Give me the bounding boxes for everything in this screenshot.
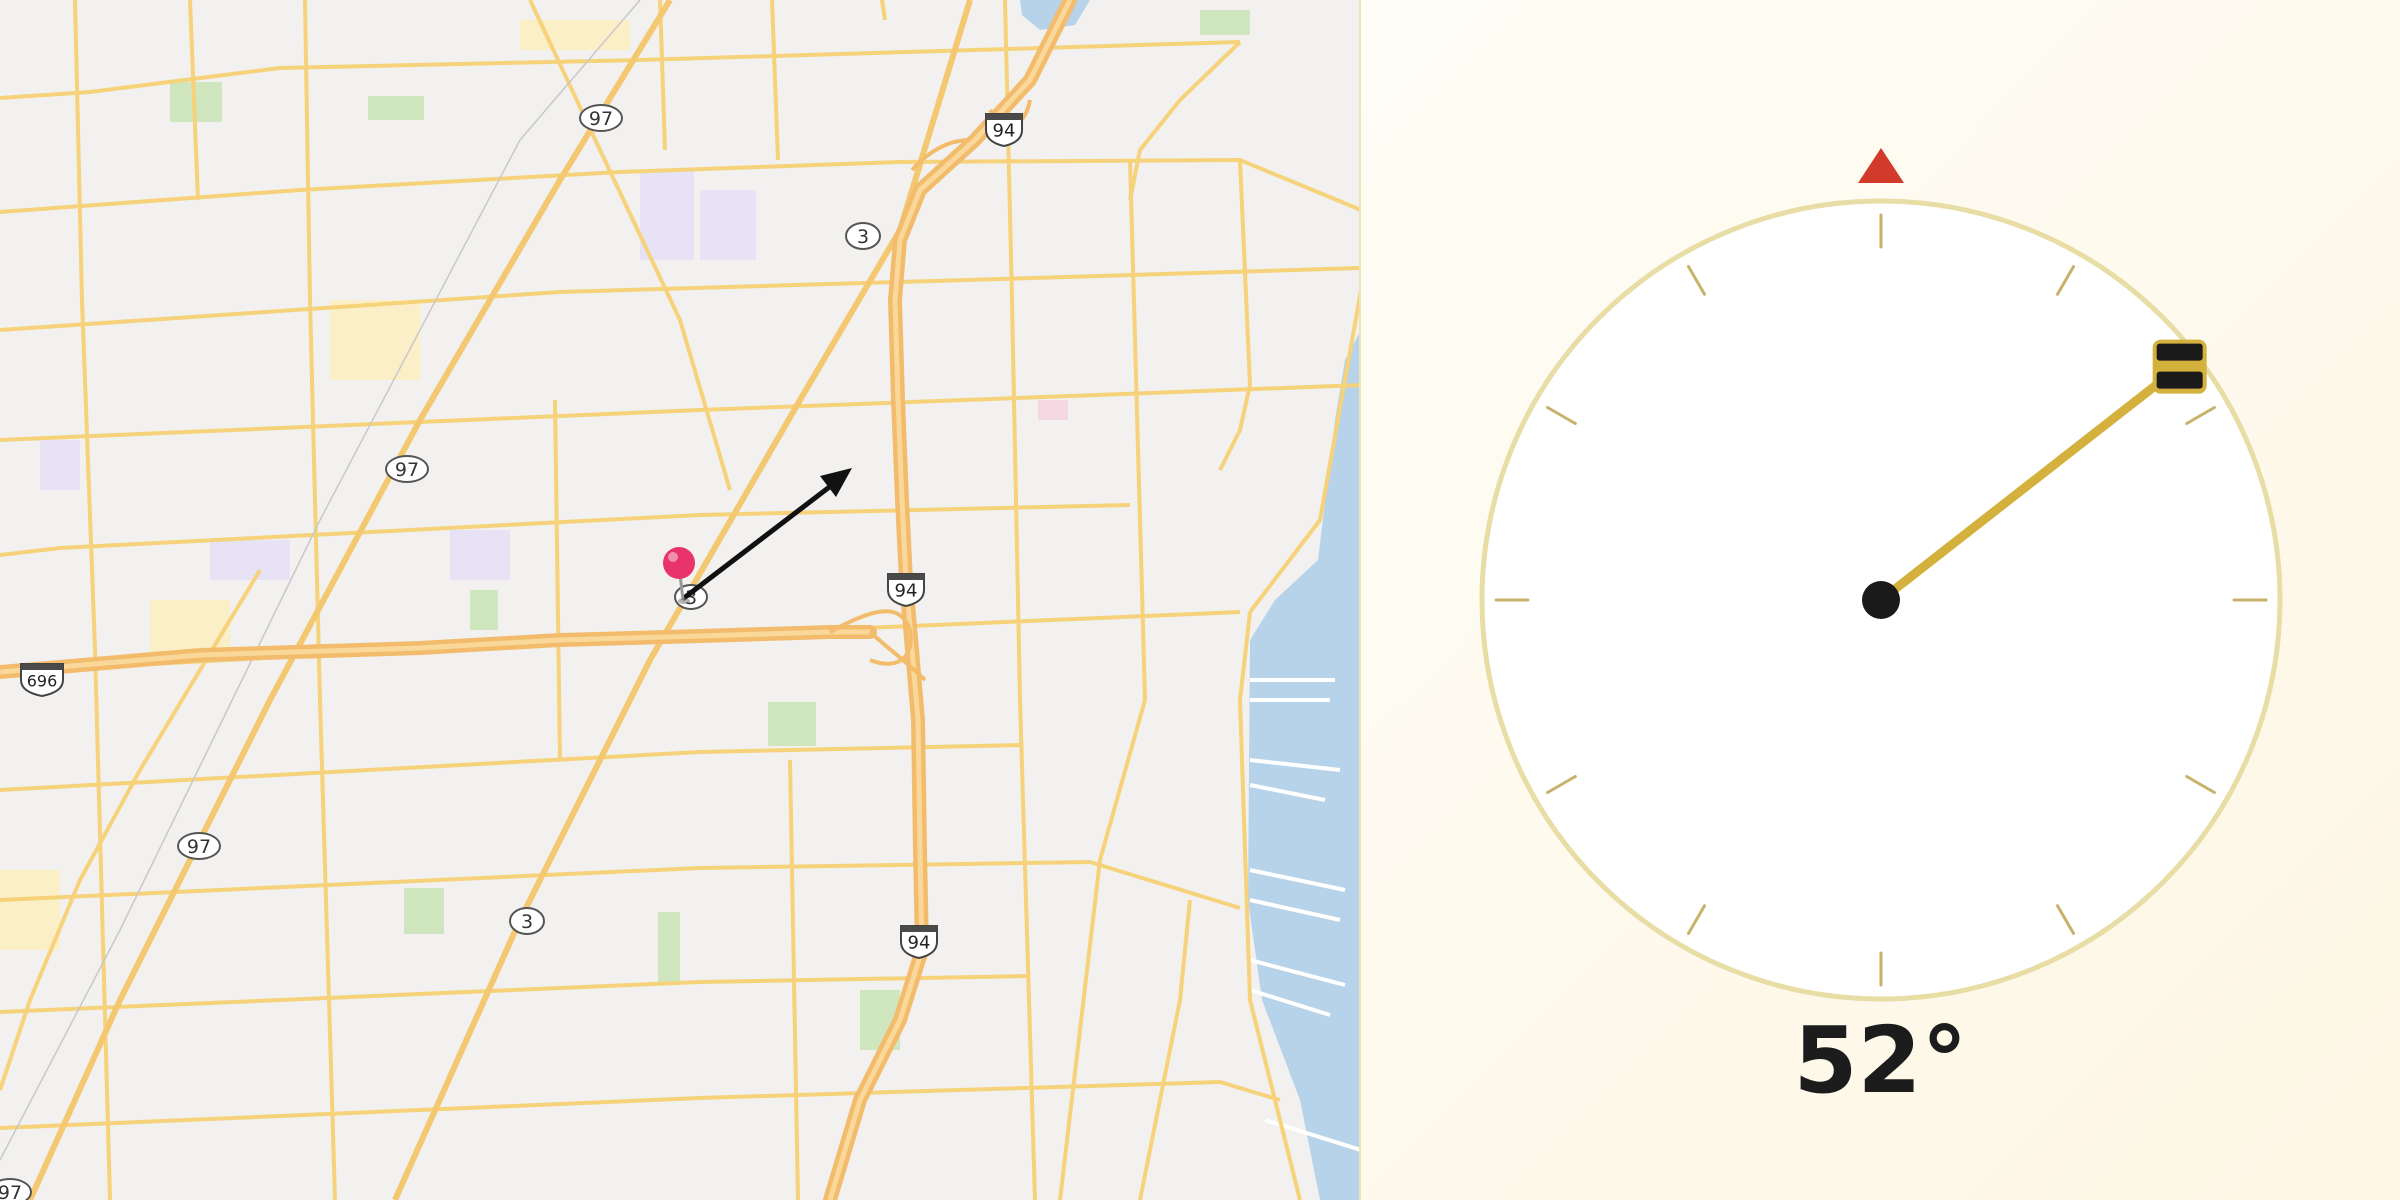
svg-text:696: 696 [27,672,58,691]
svg-text:97: 97 [395,459,419,481]
route-shield-97-a: 97 [579,104,623,132]
drag-handle-icon[interactable] [2152,339,2207,394]
map-view[interactable]: 97 97 97 97 3 3 3 94 94 94 696 [0,0,1361,1200]
north-triangle-icon [1858,148,1904,183]
svg-text:94: 94 [993,121,1016,142]
svg-text:3: 3 [857,226,869,248]
route-shield-696: 696 [20,663,64,698]
svg-text:94: 94 [908,933,931,954]
route-shield-3-c: 3 [674,584,708,610]
map-canvas: 97 97 97 97 3 3 3 94 94 94 696 [0,0,1359,1200]
route-shield-3-a: 3 [845,222,881,250]
rail-line [0,0,641,1161]
svg-text:97: 97 [589,108,613,130]
svg-text:97: 97 [187,836,211,858]
svg-text:3: 3 [521,911,533,933]
direction-arrow-icon [681,468,852,601]
route-shield-97-d: 97 [0,1178,32,1200]
land-use [0,10,1250,1050]
route-shield-3-b: 3 [509,907,545,935]
compass-hub [1862,581,1900,619]
route-shield-97-b: 97 [385,455,429,483]
svg-text:94: 94 [895,581,918,602]
route-shield-94-b: 94 [887,573,925,608]
route-shield-94-a: 94 [985,113,1023,148]
heading-readout: 52° [1793,1007,1968,1114]
app-root: 97 97 97 97 3 3 3 94 94 94 696 52° [0,0,2400,1200]
svg-text:97: 97 [0,1182,22,1200]
route-shield-97-c: 97 [177,832,221,860]
route-shield-94-c: 94 [900,925,938,960]
compass-panel: 52° [1361,0,2400,1200]
i696-freeway [0,625,877,679]
